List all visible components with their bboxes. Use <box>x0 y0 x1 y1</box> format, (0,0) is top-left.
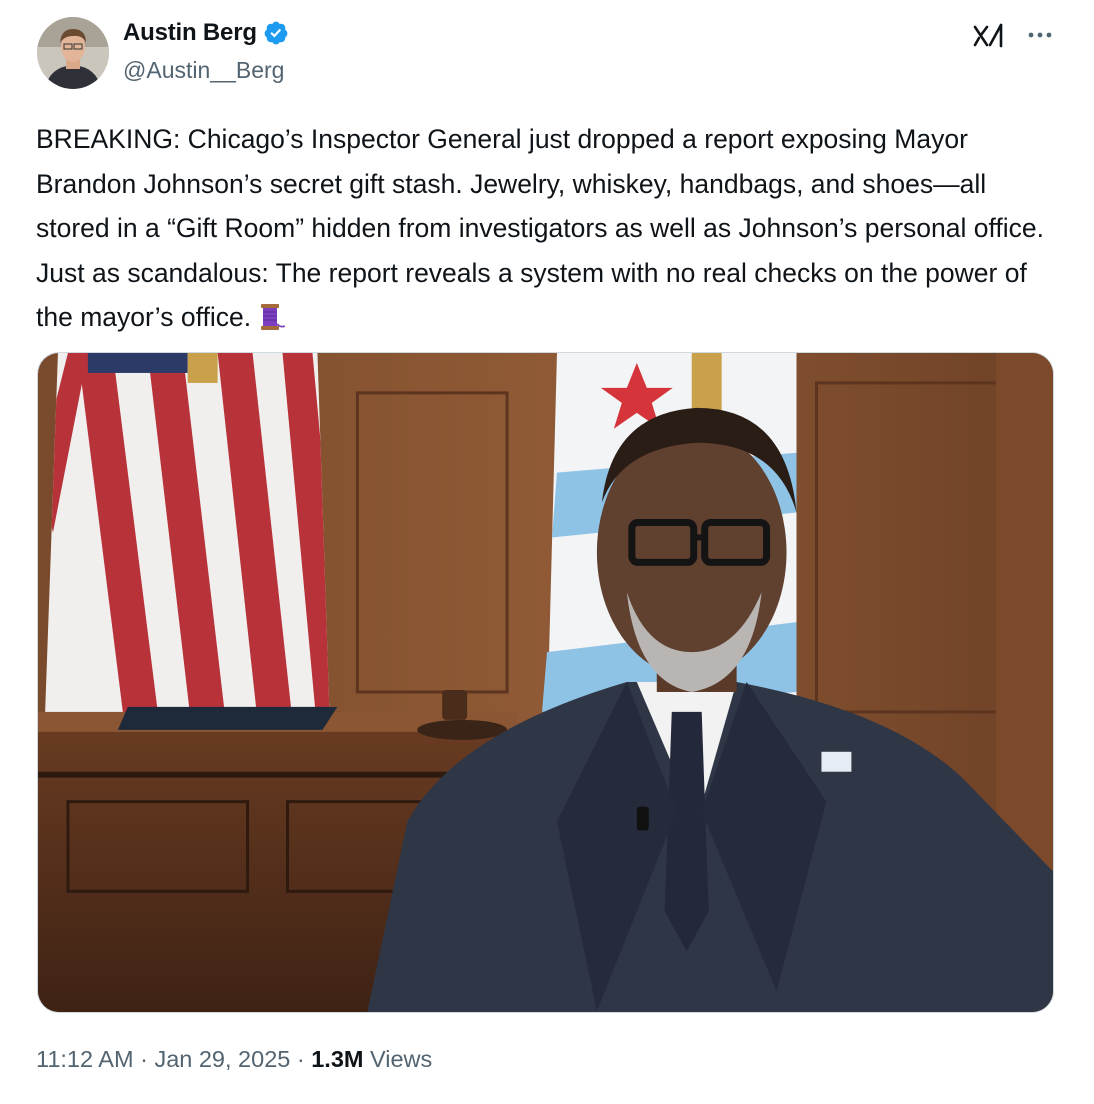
tweet-date[interactable]: Jan 29, 2025 <box>154 1046 290 1073</box>
avatar[interactable] <box>37 17 109 89</box>
avatar-image <box>37 17 109 89</box>
spool-of-thread-emoji <box>255 301 286 346</box>
verified-badge-icon <box>264 21 288 45</box>
views-count[interactable]: 1.3M <box>311 1046 363 1073</box>
views-label[interactable]: Views <box>363 1046 432 1073</box>
author-name-row[interactable]: Austin Berg <box>123 19 289 47</box>
tweet-text-block: BREAKING: Chicago’s Inspector General ju… <box>36 117 1056 346</box>
meta-separator: · <box>133 1046 155 1072</box>
tweet-meta: 11:12 AM · Jan 29, 2025 · 1.3M Views <box>36 1046 432 1073</box>
tweet-time[interactable]: 11:12 AM <box>36 1046 134 1073</box>
tweet-photo[interactable] <box>37 352 1054 1013</box>
author-display-name[interactable]: Austin Berg <box>123 19 257 47</box>
grok-xai-icon[interactable] <box>972 22 1006 50</box>
meta-separator: · <box>290 1046 312 1072</box>
more-options-icon[interactable] <box>1025 24 1055 46</box>
photo-mayor-interview <box>38 353 1053 1012</box>
tweet-text: BREAKING: Chicago’s Inspector General ju… <box>36 124 1044 332</box>
tweet-card: Austin Berg @Austin__Berg BREAKING: Chic… <box>0 0 1094 1104</box>
author-handle[interactable]: @Austin__Berg <box>123 57 284 84</box>
